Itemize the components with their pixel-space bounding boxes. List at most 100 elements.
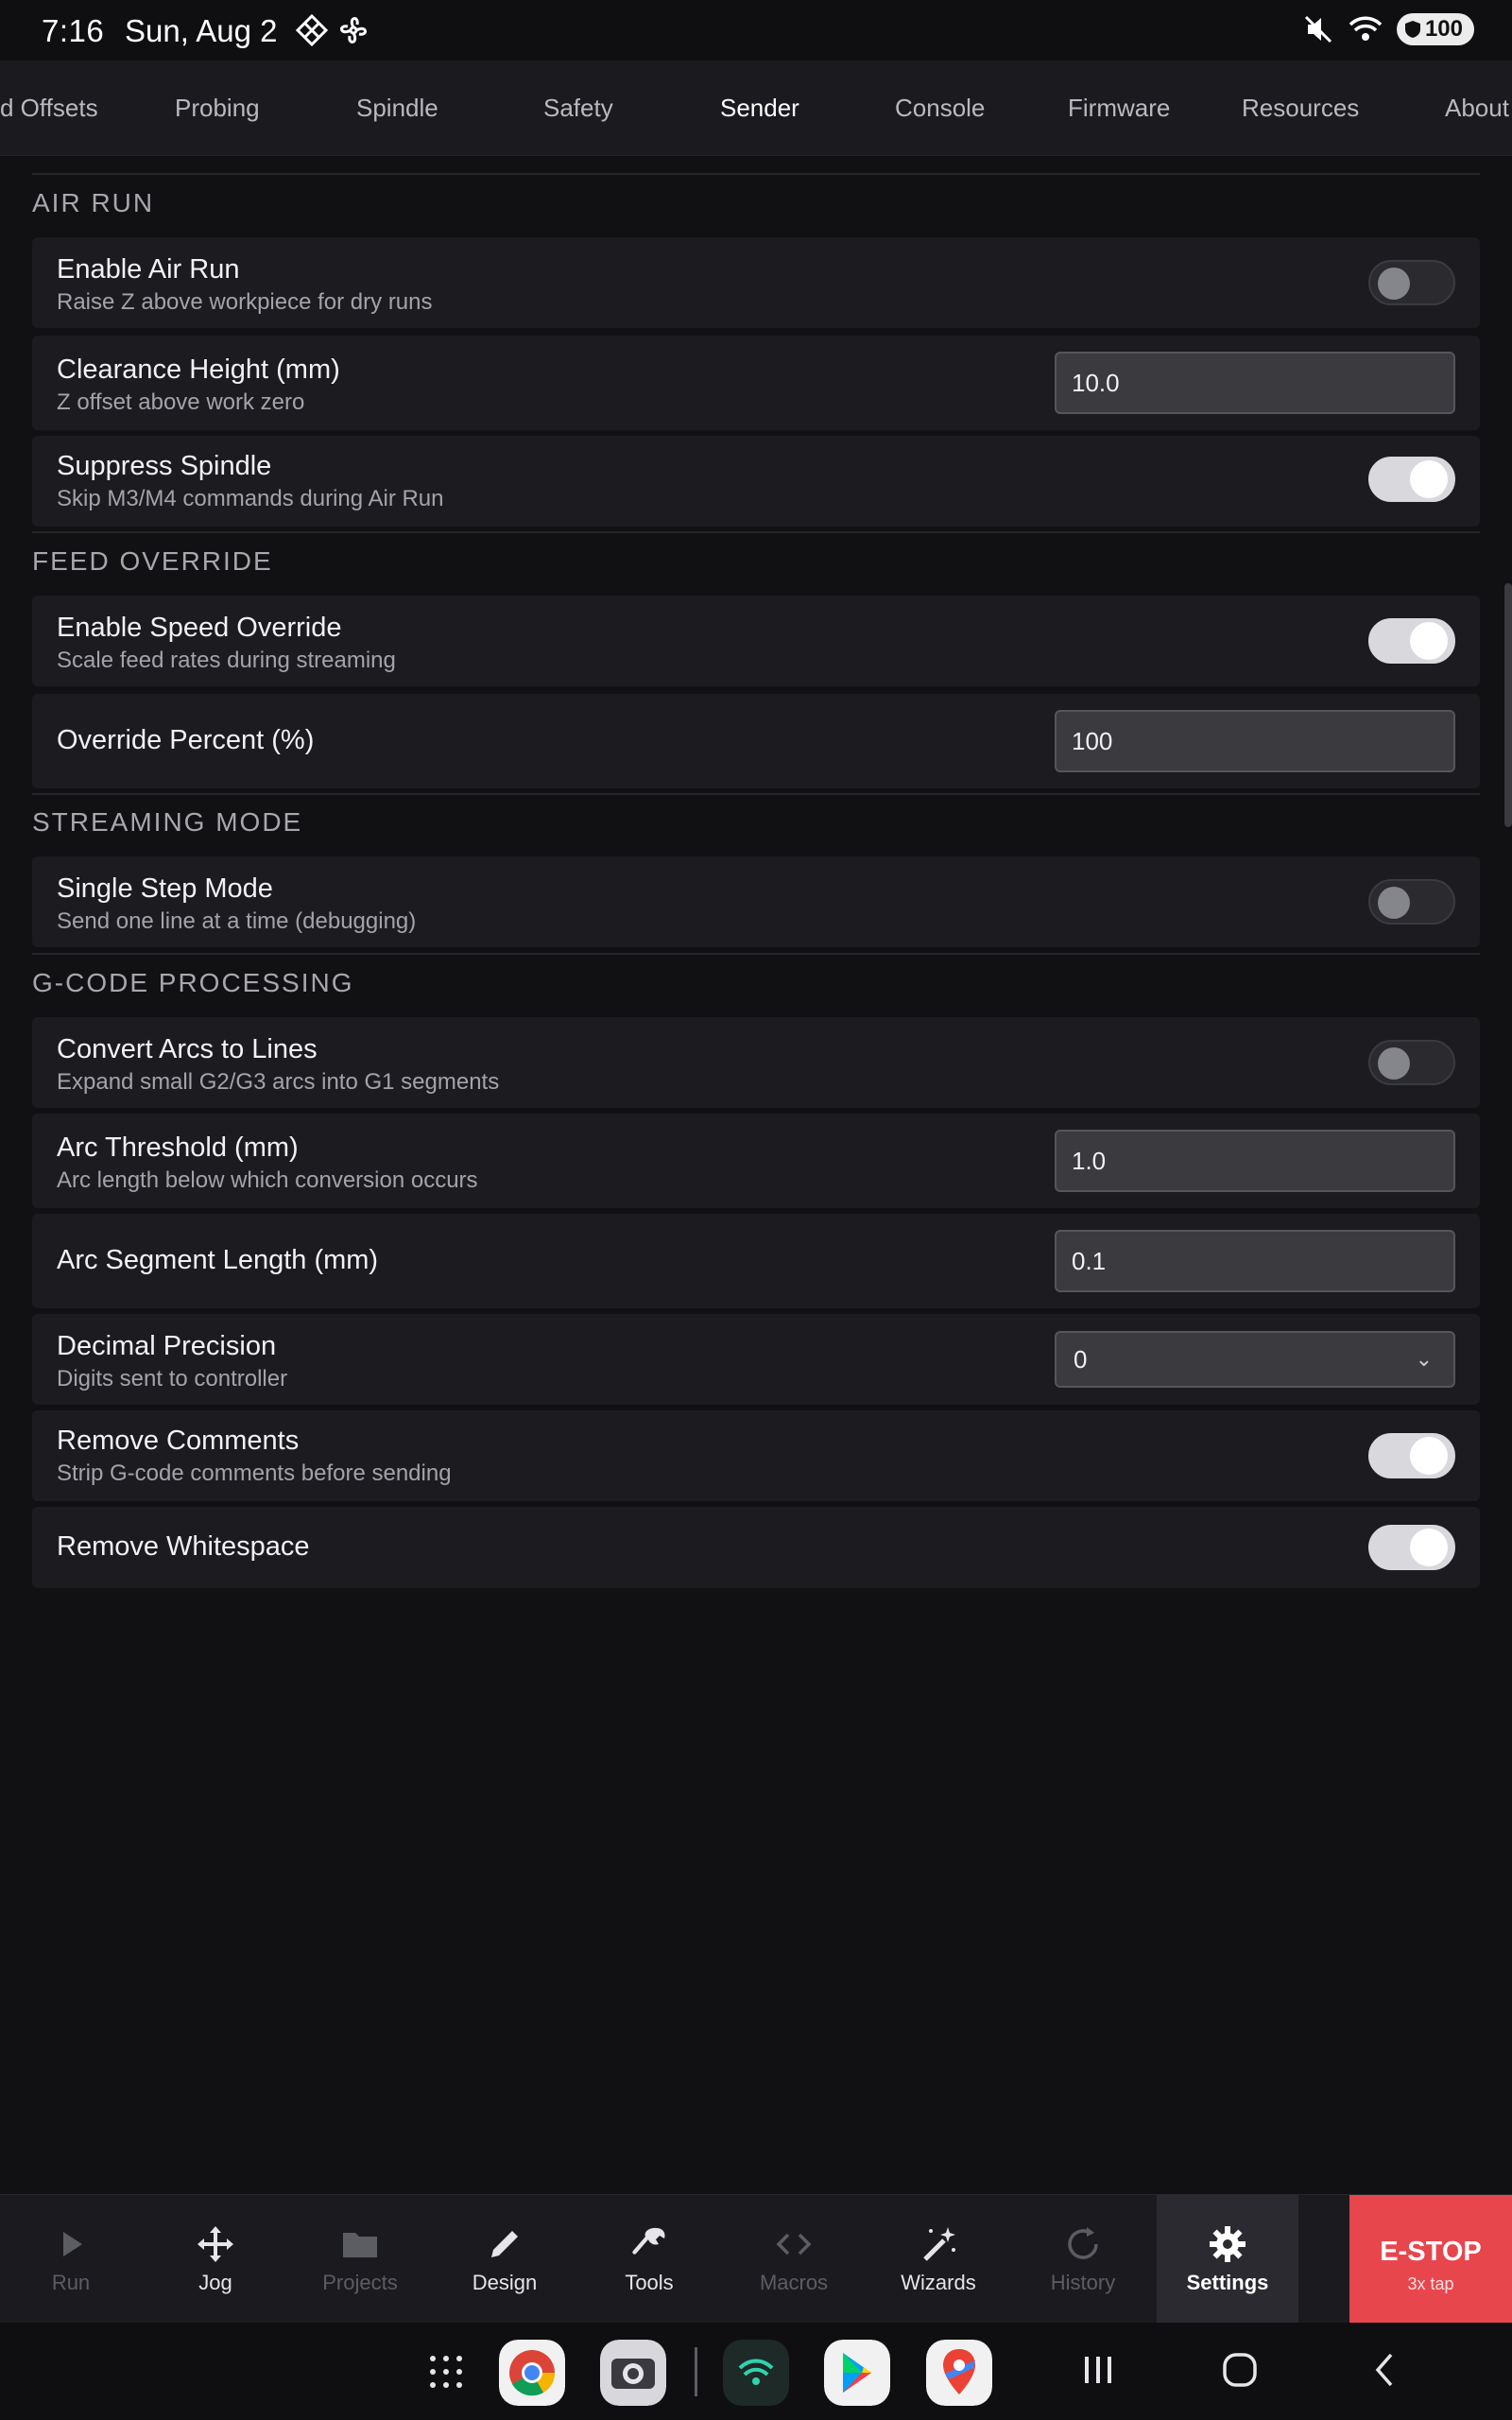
- setting-enable-speed-override: Enable Speed Override Scale feed rates d…: [32, 596, 1480, 686]
- setting-remove-whitespace: Remove Whitespace: [32, 1507, 1480, 1588]
- diamond-grid-icon: [295, 13, 329, 47]
- tab-about[interactable]: About: [1445, 60, 1509, 155]
- setting-decimal-precision: Decimal Precision Digits sent to control…: [32, 1314, 1480, 1405]
- app-drawer-icon[interactable]: [425, 2351, 467, 2393]
- section-divider: [32, 793, 1480, 795]
- suppress-spindle-toggle[interactable]: [1368, 457, 1455, 502]
- remove-comments-toggle[interactable]: [1368, 1433, 1455, 1478]
- section-divider: [32, 531, 1480, 533]
- tab-resources[interactable]: Resources: [1242, 60, 1359, 155]
- nav-jog[interactable]: Jog: [145, 2195, 286, 2324]
- nav-projects[interactable]: Projects: [289, 2195, 431, 2324]
- toggle-knob: [1410, 1437, 1448, 1475]
- nav-label: Tools: [625, 2271, 674, 2294]
- scrollbar[interactable]: [1504, 583, 1512, 827]
- recents-icon[interactable]: [1079, 2351, 1117, 2389]
- section-title-streaming-mode: STREAMING MODE: [32, 807, 303, 837]
- section-title-air-run: AIR RUN: [32, 188, 155, 217]
- code-brackets-icon: [776, 2233, 812, 2256]
- nav-label: Jog: [198, 2271, 232, 2294]
- setting-clearance-height: Clearance Height (mm) Z offset above wor…: [32, 336, 1480, 430]
- tab-firmware[interactable]: Firmware: [1068, 60, 1170, 155]
- nav-wizards[interactable]: Wizards: [868, 2195, 1009, 2324]
- setting-arc-segment-length: Arc Segment Length (mm) 0.1: [32, 1214, 1480, 1308]
- fan-icon: [340, 17, 367, 43]
- setting-suppress-spindle: Suppress Spindle Skip M3/M4 commands dur…: [32, 436, 1480, 527]
- nav-tools[interactable]: Tools: [578, 2195, 720, 2324]
- tab-sender[interactable]: Sender: [720, 60, 799, 155]
- setting-label: Convert Arcs to Lines: [57, 1034, 318, 1064]
- tab-work-offsets[interactable]: d Offsets: [0, 60, 98, 155]
- setting-description: Raise Z above workpiece for dry runs: [57, 289, 433, 315]
- tab-spindle[interactable]: Spindle: [356, 60, 438, 155]
- nav-macros[interactable]: Macros: [723, 2195, 865, 2324]
- select-value: 0: [1074, 1345, 1088, 1374]
- toggle-knob: [1378, 1047, 1410, 1080]
- nav-design[interactable]: Design: [434, 2195, 576, 2324]
- nav-label: Wizards: [901, 2271, 976, 2294]
- tab-console[interactable]: Console: [895, 60, 985, 155]
- estop-button[interactable]: E-STOP 3x tap: [1349, 2195, 1512, 2324]
- nav-label: Design: [472, 2271, 538, 2294]
- mute-icon: [1304, 15, 1332, 43]
- convert-arcs-toggle[interactable]: [1368, 1040, 1455, 1085]
- arc-threshold-input[interactable]: 1.0: [1055, 1130, 1455, 1192]
- move-arrows-icon: [198, 2226, 233, 2262]
- setting-single-step-mode: Single Step Mode Send one line at a time…: [32, 856, 1480, 947]
- setting-description: Expand small G2/G3 arcs into G1 segments: [57, 1069, 500, 1095]
- setting-label: Suppress Spindle: [57, 451, 272, 481]
- setting-description: Digits sent to controller: [57, 1366, 288, 1392]
- single-step-mode-toggle[interactable]: [1368, 879, 1455, 925]
- remove-whitespace-toggle[interactable]: [1368, 1525, 1455, 1570]
- battery-indicator: 100: [1396, 13, 1474, 45]
- status-bar: 7:16 Sun, Aug 2 100: [0, 0, 1512, 60]
- setting-label: Remove Whitespace: [57, 1531, 310, 1562]
- date: Sun, Aug 2: [125, 13, 278, 48]
- nav-label: Settings: [1186, 2271, 1269, 2294]
- chrome-icon[interactable]: [499, 2340, 565, 2406]
- setting-description: Z offset above work zero: [57, 389, 305, 415]
- play-store-icon[interactable]: [824, 2340, 890, 2406]
- setting-label: Arc Segment Length (mm): [57, 1245, 379, 1275]
- setting-convert-arcs: Convert Arcs to Lines Expand small G2/G3…: [32, 1017, 1480, 1108]
- home-icon[interactable]: [1221, 2351, 1259, 2389]
- section-title-gcode-processing: G-CODE PROCESSING: [32, 968, 354, 997]
- setting-remove-comments: Remove Comments Strip G-code comments be…: [32, 1410, 1480, 1501]
- shield-icon: [1404, 21, 1420, 38]
- setting-description: Skip M3/M4 commands during Air Run: [57, 486, 444, 511]
- enable-speed-override-toggle[interactable]: [1368, 618, 1455, 664]
- toggle-knob: [1410, 622, 1448, 660]
- nav-run[interactable]: Run: [0, 2195, 142, 2324]
- back-icon[interactable]: [1366, 2351, 1404, 2389]
- tab-probing[interactable]: Probing: [175, 60, 260, 155]
- play-icon: [63, 2232, 82, 2256]
- battery-level: 100: [1424, 16, 1463, 42]
- setting-label: Single Step Mode: [57, 873, 273, 904]
- decimal-precision-select[interactable]: 0 ⌄: [1055, 1331, 1455, 1388]
- settings-tab-bar: d Offsets Probing Spindle Safety Sender …: [0, 60, 1512, 156]
- folder-icon: [343, 2233, 377, 2257]
- gear-icon: [1210, 2226, 1246, 2262]
- maps-icon[interactable]: [926, 2340, 992, 2406]
- wrench-icon: [632, 2227, 665, 2255]
- clearance-height-input[interactable]: 10.0: [1055, 352, 1455, 414]
- camera-icon[interactable]: [600, 2340, 666, 2406]
- nav-settings[interactable]: Settings: [1157, 2195, 1298, 2324]
- override-percent-input[interactable]: 100: [1055, 710, 1455, 772]
- bottom-navigation: Run Jog Projects Design Tools Macros Wiz…: [0, 2194, 1512, 2324]
- nav-history[interactable]: History: [1012, 2195, 1154, 2324]
- setting-label: Decimal Precision: [57, 1331, 277, 1361]
- recent-app-icon[interactable]: [723, 2340, 789, 2406]
- enable-air-run-toggle[interactable]: [1368, 260, 1455, 305]
- tab-safety[interactable]: Safety: [543, 60, 613, 155]
- wifi-icon: [1349, 16, 1383, 41]
- history-icon: [1068, 2227, 1098, 2259]
- setting-description: Scale feed rates during streaming: [57, 648, 396, 673]
- setting-label: Override Percent (%): [57, 725, 315, 755]
- setting-description: Send one line at a time (debugging): [57, 908, 417, 934]
- setting-label: Clearance Height (mm): [57, 354, 340, 385]
- arc-segment-length-input[interactable]: 0.1: [1055, 1230, 1455, 1292]
- clock: 7:16: [42, 13, 105, 48]
- section-title-feed-override: FEED OVERRIDE: [32, 546, 273, 576]
- section-divider: [32, 953, 1480, 955]
